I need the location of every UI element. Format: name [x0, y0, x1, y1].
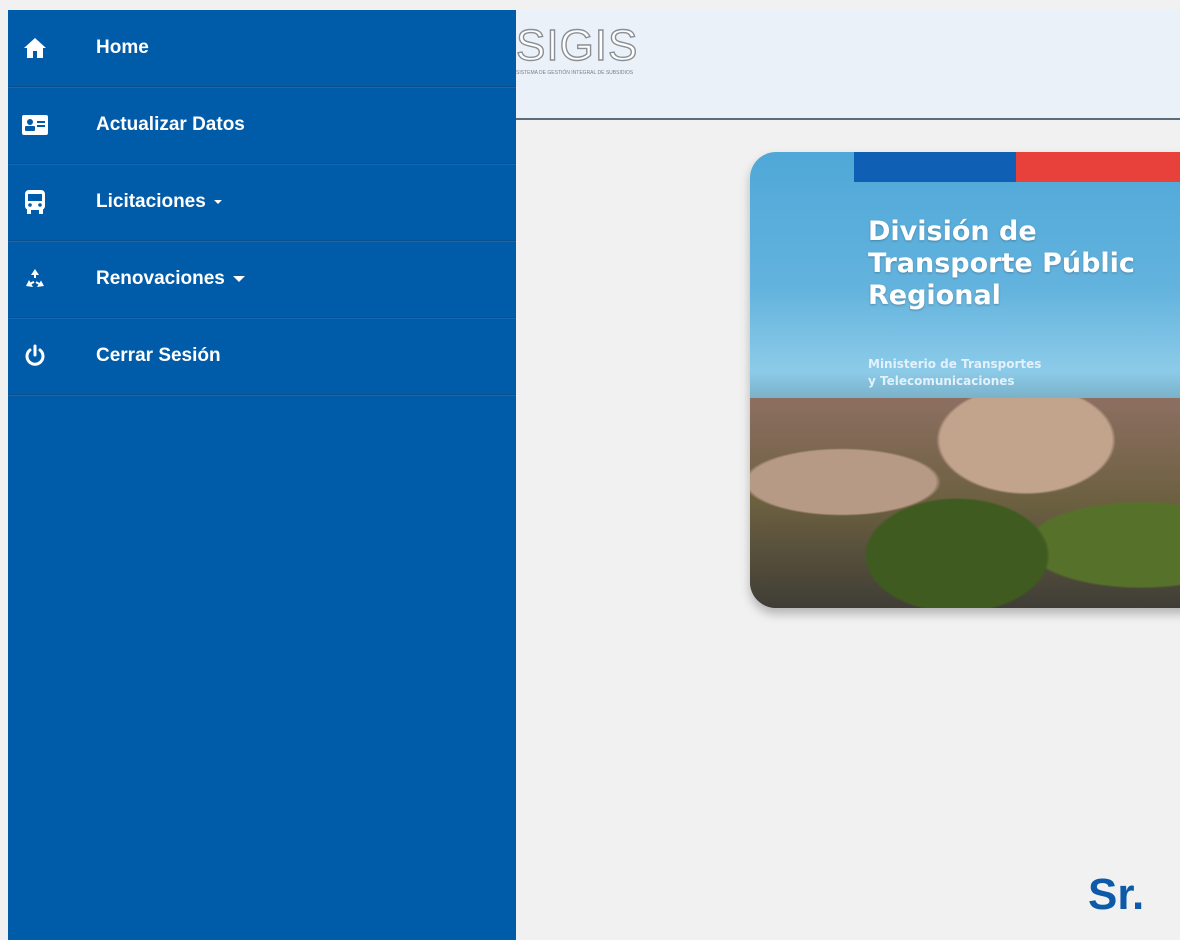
flag-stripe-red: [1016, 152, 1180, 182]
banner-subtitle-line2: y Telecomunicaciones: [868, 374, 1015, 388]
sigis-logo[interactable]: SIGIS SISTEMA DE GESTIÓN INTEGRAL DE SUB…: [515, 21, 639, 76]
renovaciones-label: Renovaciones: [96, 268, 225, 289]
sidebar-item-licitaciones[interactable]: Licitaciones: [8, 164, 516, 241]
chevron-down-icon: [232, 275, 245, 282]
logo-subtitle: SISTEMA DE GESTIÓN INTEGRAL DE SUBSIDIOS: [516, 70, 634, 76]
power-icon: [22, 343, 48, 369]
banner-subtitle-line1: Ministerio de Transportes: [868, 357, 1042, 371]
chevron-down-icon: [213, 199, 222, 204]
recycle-icon: [22, 266, 48, 292]
sidebar-item-label: Cerrar Sesión: [96, 345, 221, 366]
banner-title-line1: División de: [868, 216, 1037, 247]
sidebar-item-cerrar-sesion[interactable]: Cerrar Sesión: [8, 318, 516, 395]
division-banner: División de Transporte Públic Regional M…: [750, 152, 1180, 608]
banner-title-line2: Transporte Públic: [868, 248, 1135, 279]
bus-icon: [22, 189, 48, 215]
sidebar-item-actualizar-datos[interactable]: Actualizar Datos: [8, 87, 516, 164]
greeting-text: Sr.: [1088, 870, 1145, 919]
licitaciones-label: Licitaciones: [96, 191, 206, 212]
sidebar-item-label: Licitaciones: [96, 191, 222, 213]
id-card-icon: [22, 112, 48, 138]
sidebar-item-label: Home: [96, 37, 149, 58]
sidebar-menu: Home Actualizar Datos Licitaciones Renov…: [0, 10, 516, 940]
sidebar-item-home[interactable]: Home: [8, 10, 516, 87]
logo-text: SIGIS: [515, 21, 639, 70]
sidebar-item-renovaciones[interactable]: Renovaciones: [8, 241, 516, 318]
banner-title-line3: Regional: [868, 280, 1001, 311]
landscape-image: [750, 398, 1180, 608]
banner-subtitle: Ministerio de Transportes y Telecomunica…: [868, 356, 1041, 390]
sidebar-item-label: Renovaciones: [96, 268, 245, 290]
banner-title: División de Transporte Públic Regional: [868, 216, 1135, 312]
sidebar-item-label: Actualizar Datos: [96, 114, 245, 135]
home-icon: [22, 35, 48, 61]
flag-stripe-blue: [854, 152, 1016, 182]
